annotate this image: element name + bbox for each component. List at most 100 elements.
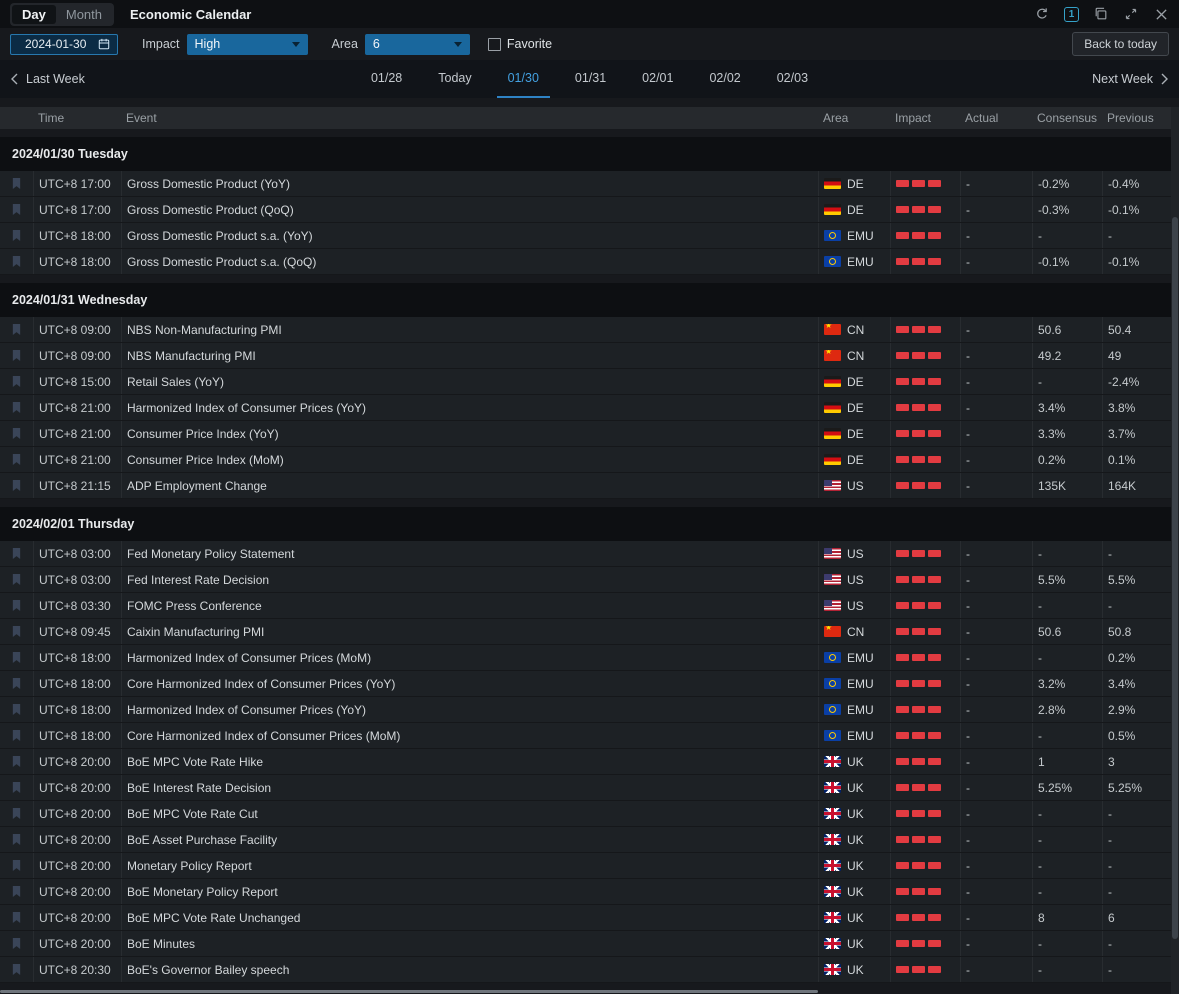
back-to-today-button[interactable]: Back to today — [1072, 32, 1169, 56]
event-row[interactable]: UTC+8 20:00Monetary Policy ReportUK--- — [0, 853, 1179, 879]
event-row[interactable]: UTC+8 21:00Harmonized Index of Consumer … — [0, 395, 1179, 421]
favorite-filter[interactable]: Favorite — [488, 37, 552, 51]
next-week-button[interactable]: Next Week — [1092, 60, 1169, 98]
bookmark-icon[interactable] — [11, 255, 22, 268]
area-code: DE — [847, 203, 864, 217]
event-time: UTC+8 03:00 — [33, 541, 121, 566]
week-day-01-31[interactable]: 01/31 — [564, 60, 617, 98]
expand-icon[interactable] — [1123, 6, 1139, 22]
bookmark-icon[interactable] — [11, 963, 22, 976]
bookmark-icon[interactable] — [11, 625, 22, 638]
event-row[interactable]: UTC+8 20:30BoE's Governor Bailey speechU… — [0, 957, 1179, 983]
bookmark-icon[interactable] — [11, 885, 22, 898]
event-row[interactable]: UTC+8 09:45Caixin Manufacturing PMICN-50… — [0, 619, 1179, 645]
event-impact — [890, 447, 960, 472]
impact-bars-high — [896, 550, 941, 557]
event-row[interactable]: UTC+8 20:00BoE Asset Purchase FacilityUK… — [0, 827, 1179, 853]
event-row[interactable]: UTC+8 18:00Harmonized Index of Consumer … — [0, 697, 1179, 723]
bookmark-icon[interactable] — [11, 937, 22, 950]
vertical-scrollbar-track[interactable] — [1171, 107, 1179, 994]
bookmark-icon[interactable] — [11, 323, 22, 336]
tab-month[interactable]: Month — [56, 5, 112, 24]
event-row[interactable]: UTC+8 18:00Core Harmonized Index of Cons… — [0, 723, 1179, 749]
event-previous: -0.1% — [1102, 197, 1171, 222]
event-row[interactable]: UTC+8 17:00Gross Domestic Product (YoY)D… — [0, 171, 1179, 197]
event-name: BoE Asset Purchase Facility — [121, 827, 818, 852]
bookmark-icon[interactable] — [11, 453, 22, 466]
bookmark-icon[interactable] — [11, 203, 22, 216]
event-time: UTC+8 21:15 — [33, 473, 121, 498]
event-time: UTC+8 03:00 — [33, 567, 121, 592]
event-row[interactable]: UTC+8 17:00Gross Domestic Product (QoQ)D… — [0, 197, 1179, 223]
impact-dropdown[interactable]: High — [187, 34, 308, 55]
tab-day[interactable]: Day — [12, 5, 56, 24]
bookmark-icon[interactable] — [11, 573, 22, 586]
bookmark-icon[interactable] — [11, 755, 22, 768]
event-row[interactable]: UTC+8 20:00BoE MinutesUK--- — [0, 931, 1179, 957]
bookmark-cell — [0, 671, 33, 696]
bookmark-icon[interactable] — [11, 547, 22, 560]
duplicate-window-icon[interactable] — [1093, 6, 1109, 22]
bookmark-icon[interactable] — [11, 703, 22, 716]
week-day-02-02[interactable]: 02/02 — [698, 60, 751, 98]
event-row[interactable]: UTC+8 18:00Core Harmonized Index of Cons… — [0, 671, 1179, 697]
event-actual: - — [960, 473, 1032, 498]
bookmark-icon[interactable] — [11, 177, 22, 190]
event-row[interactable]: UTC+8 09:00NBS Non-Manufacturing PMICN-5… — [0, 317, 1179, 343]
bookmark-icon[interactable] — [11, 651, 22, 664]
event-row[interactable]: UTC+8 18:00Harmonized Index of Consumer … — [0, 645, 1179, 671]
last-week-button[interactable]: Last Week — [10, 60, 85, 98]
bookmark-icon[interactable] — [11, 807, 22, 820]
event-previous: - — [1102, 223, 1171, 248]
event-row[interactable]: UTC+8 20:00BoE MPC Vote Rate HikeUK-13 — [0, 749, 1179, 775]
event-row[interactable]: UTC+8 18:00Gross Domestic Product s.a. (… — [0, 249, 1179, 275]
event-row[interactable]: UTC+8 20:00BoE MPC Vote Rate CutUK--- — [0, 801, 1179, 827]
refresh-icon[interactable] — [1034, 6, 1050, 22]
bookmark-icon[interactable] — [11, 599, 22, 612]
bookmark-icon[interactable] — [11, 859, 22, 872]
bookmark-cell — [0, 395, 33, 420]
event-row[interactable]: UTC+8 03:00Fed Monetary Policy Statement… — [0, 541, 1179, 567]
event-row[interactable]: UTC+8 20:00BoE MPC Vote Rate UnchangedUK… — [0, 905, 1179, 931]
area-dropdown[interactable]: 6 — [365, 34, 470, 55]
bookmark-icon[interactable] — [11, 729, 22, 742]
event-row[interactable]: UTC+8 03:00Fed Interest Rate DecisionUS-… — [0, 567, 1179, 593]
event-row[interactable]: UTC+8 20:00BoE Interest Rate DecisionUK-… — [0, 775, 1179, 801]
impact-filter-label: Impact — [142, 37, 180, 51]
event-row[interactable]: UTC+8 21:00Consumer Price Index (YoY)DE-… — [0, 421, 1179, 447]
event-row[interactable]: UTC+8 21:00Consumer Price Index (MoM)DE-… — [0, 447, 1179, 473]
horizontal-scrollbar-thumb[interactable] — [0, 990, 818, 993]
bookmark-icon[interactable] — [11, 375, 22, 388]
bookmark-cell — [0, 567, 33, 592]
favorite-checkbox[interactable] — [488, 38, 501, 51]
bookmark-icon[interactable] — [11, 349, 22, 362]
window-count-badge[interactable]: 1 — [1064, 7, 1079, 22]
close-icon[interactable] — [1153, 6, 1169, 22]
event-row[interactable]: UTC+8 21:15ADP Employment ChangeUS-135K1… — [0, 473, 1179, 499]
event-name: BoE MPC Vote Rate Cut — [121, 801, 818, 826]
event-row[interactable]: UTC+8 20:00BoE Monetary Policy ReportUK-… — [0, 879, 1179, 905]
bookmark-icon[interactable] — [11, 427, 22, 440]
event-consensus: - — [1032, 593, 1102, 618]
bookmark-icon[interactable] — [11, 781, 22, 794]
week-day-today[interactable]: Today — [427, 60, 482, 98]
week-day-02-03[interactable]: 02/03 — [766, 60, 819, 98]
vertical-scrollbar-thumb[interactable] — [1172, 217, 1178, 939]
bookmark-icon[interactable] — [11, 229, 22, 242]
event-row[interactable]: UTC+8 03:30FOMC Press ConferenceUS--- — [0, 593, 1179, 619]
bookmark-icon[interactable] — [11, 677, 22, 690]
bookmark-icon[interactable] — [11, 479, 22, 492]
event-actual: - — [960, 853, 1032, 878]
week-day-02-01[interactable]: 02/01 — [631, 60, 684, 98]
event-row[interactable]: UTC+8 09:00NBS Manufacturing PMICN-49.24… — [0, 343, 1179, 369]
week-day-01-28[interactable]: 01/28 — [360, 60, 413, 98]
event-name: BoE Monetary Policy Report — [121, 879, 818, 904]
event-row[interactable]: UTC+8 15:00Retail Sales (YoY)DE---2.4% — [0, 369, 1179, 395]
week-day-01-30[interactable]: 01/30 — [497, 60, 550, 98]
bookmark-icon[interactable] — [11, 833, 22, 846]
date-picker-input[interactable]: 2024-01-30 — [10, 34, 118, 55]
area-code: UK — [847, 755, 864, 769]
event-row[interactable]: UTC+8 18:00Gross Domestic Product s.a. (… — [0, 223, 1179, 249]
bookmark-icon[interactable] — [11, 401, 22, 414]
bookmark-icon[interactable] — [11, 911, 22, 924]
